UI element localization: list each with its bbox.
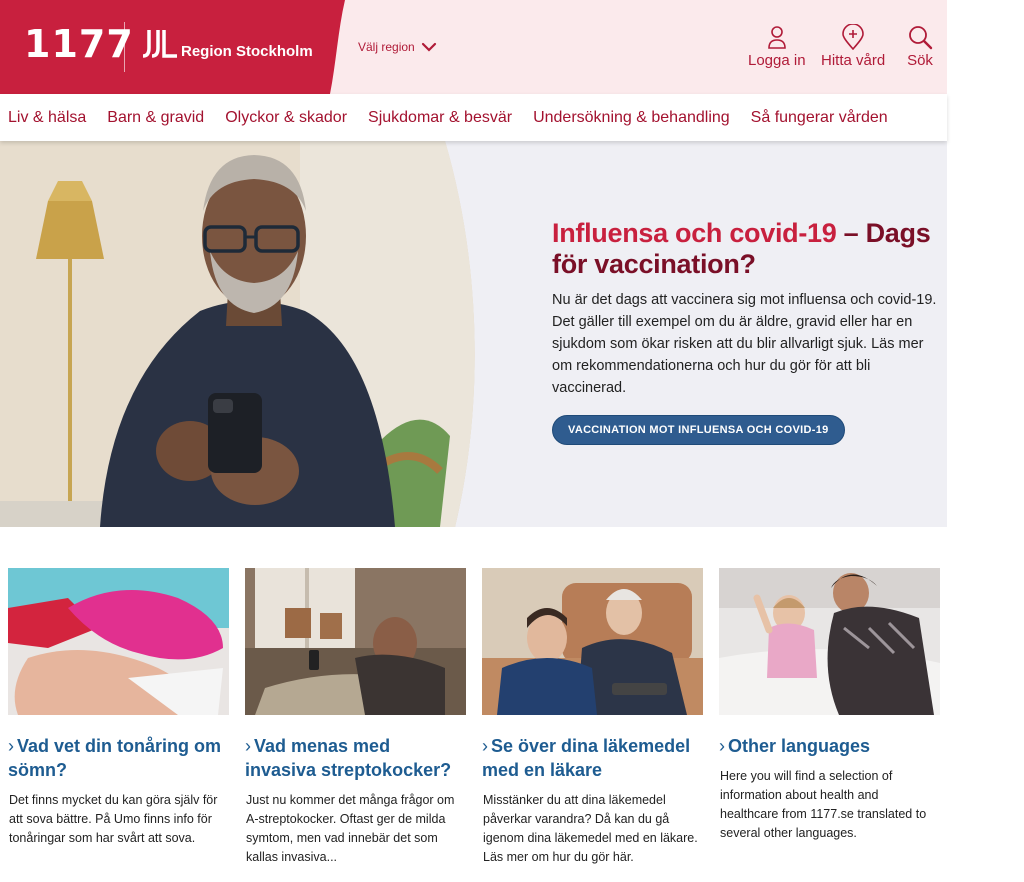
brand-block[interactable]: 1177 Region Stockholm (0, 0, 345, 94)
search-icon (909, 26, 933, 50)
chevron-right-icon: › (719, 736, 725, 756)
card-title[interactable]: › Se över dina läkemedel med en läkare (482, 734, 703, 782)
card-image-mother-baby[interactable] (719, 568, 940, 715)
card-title[interactable]: › Vad vet din tonåring om sömn? (8, 734, 229, 782)
user-icon (767, 26, 786, 49)
chevron-right-icon: › (482, 736, 488, 756)
region-select-label: Välj region (358, 40, 415, 54)
brand-divider (124, 22, 125, 72)
hero-title[interactable]: Influensa och covid-19 – Dags för vaccin… (552, 218, 947, 280)
chevron-right-icon: › (245, 736, 251, 756)
nav-item-barn-gravid[interactable]: Barn & gravid (107, 109, 204, 127)
hero-title-accent: Influensa och covid-19 (552, 218, 837, 248)
hero-photo-man-with-phone (0, 141, 475, 527)
region-stockholm-logo-icon (143, 30, 177, 58)
card-title-text: Other languages (728, 736, 871, 756)
nav-item-sjukdomar-besvar[interactable]: Sjukdomar & besvär (368, 109, 512, 127)
region-select[interactable]: Välj region (358, 40, 437, 54)
search-label: Sök (907, 52, 933, 69)
nav-item-olyckor-skador[interactable]: Olyckor & skador (225, 109, 347, 127)
card-text: Misstänker du att dina läkemedel påverka… (483, 793, 698, 864)
nav-item-undersokning-behandling[interactable]: Undersökning & behandling (533, 109, 730, 127)
vaccination-button[interactable]: VACCINATION MOT INFLUENSA OCH COVID-19 (552, 415, 845, 445)
find-care-label: Hitta vård (821, 52, 886, 69)
card-text: Just nu kommer det många frågor om A-str… (246, 793, 455, 864)
card-image-nurse-elderly-man[interactable] (482, 568, 703, 715)
card-title[interactable]: › Vad menas med invasiva streptokocker? (245, 734, 466, 782)
card-image-parent-child-couch[interactable] (245, 568, 466, 715)
card-other-languages[interactable]: › Other languages Here you will find a se… (719, 568, 940, 843)
chevron-right-icon: › (8, 736, 14, 756)
login-label: Logga in (748, 52, 806, 69)
hero-illustration (0, 141, 475, 527)
main-navigation: Liv & hälsa Barn & gravid Olyckor & skad… (0, 94, 947, 141)
map-pin-plus-icon (842, 24, 864, 50)
card-image-teen-sleeping[interactable] (8, 568, 229, 715)
nav-item-sa-fungerar-varden[interactable]: Så fungerar vården (751, 109, 888, 127)
card-streptococcus[interactable]: › Vad menas med invasiva streptokocker? J… (245, 568, 466, 867)
card-medication-review[interactable]: › Se över dina läkemedel med en läkare Mi… (482, 568, 703, 867)
region-name: Region Stockholm (181, 43, 313, 60)
hero-content: Influensa och covid-19 – Dags för vaccin… (552, 218, 947, 445)
card-title-text: Se över dina läkemedel med en läkare (482, 736, 691, 780)
card-text: Here you will find a selection of inform… (720, 769, 927, 840)
hero-text: Nu är det dags att vaccinera sig mot inf… (552, 292, 937, 396)
card-title-text: Vad menas med invasiva streptokocker? (245, 736, 452, 780)
search-button[interactable]: Sök (907, 24, 933, 69)
find-care-button[interactable]: Hitta vård (821, 24, 885, 69)
login-button[interactable]: Logga in (748, 24, 806, 69)
logo-1177[interactable]: 1177 (24, 22, 134, 66)
card-title-text: Vad vet din tonåring om sömn? (8, 736, 222, 780)
card-text: Det finns mycket du kan göra själv för a… (9, 793, 218, 845)
site-header: 1177 Region Stockholm Välj region Logga … (0, 0, 947, 94)
hero-banner: Influensa och covid-19 – Dags för vaccin… (0, 141, 947, 527)
card-title[interactable]: › Other languages (719, 734, 940, 758)
chevron-down-icon (421, 42, 436, 52)
nav-item-liv-halsa[interactable]: Liv & hälsa (8, 109, 86, 127)
card-teen-sleep[interactable]: › Vad vet din tonåring om sömn? Det finns… (8, 568, 229, 848)
